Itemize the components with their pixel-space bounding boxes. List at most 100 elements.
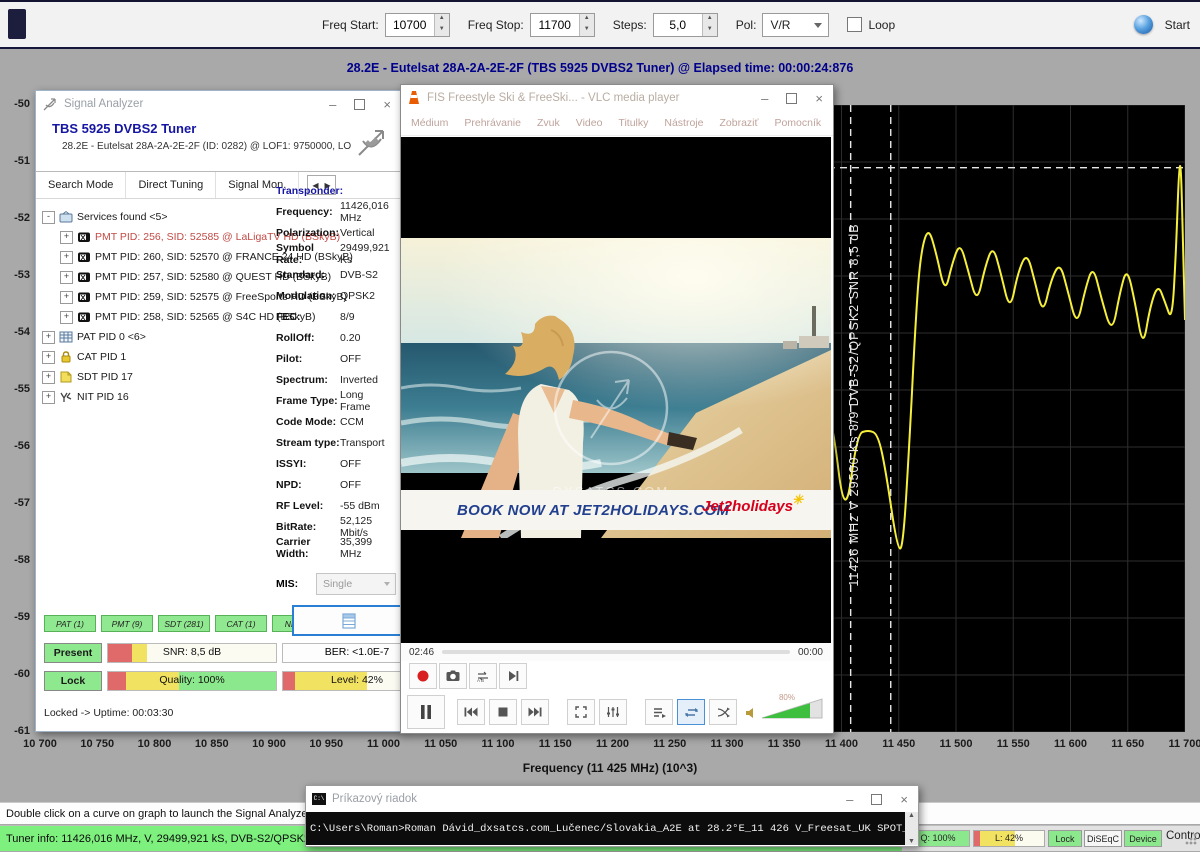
menu-video[interactable]: Video bbox=[576, 117, 603, 129]
previous-button[interactable] bbox=[457, 699, 485, 725]
next-button[interactable] bbox=[521, 699, 549, 725]
expand-icon[interactable]: + bbox=[60, 271, 73, 284]
expand-icon[interactable]: + bbox=[60, 311, 73, 324]
cmd-scrollbar[interactable]: ▲ ▼ bbox=[905, 812, 918, 845]
menu-zobrazit[interactable]: Zobraziť bbox=[719, 117, 758, 129]
tab-direct-tuning[interactable]: Direct Tuning bbox=[126, 172, 216, 198]
table-save-icon bbox=[341, 612, 357, 630]
vlc-titlebar[interactable]: FIS Freestyle Ski & FreeSki... - VLC med… bbox=[401, 85, 833, 111]
tree-item[interactable]: +NIT PID 16 bbox=[42, 387, 274, 407]
minimize-icon[interactable]: – bbox=[329, 97, 336, 112]
ab-loop-button[interactable]: A B bbox=[469, 663, 497, 689]
close-icon[interactable]: × bbox=[900, 792, 908, 807]
record-button[interactable] bbox=[409, 663, 437, 689]
tree-item-service[interactable]: +PMT PID: 259, SID: 52575 @ FreeSports H… bbox=[42, 287, 274, 307]
pid-badge[interactable]: PAT (1) bbox=[44, 615, 96, 632]
snapshot-button[interactable] bbox=[439, 663, 467, 689]
freq-start-spinner[interactable]: ▲▼ bbox=[385, 13, 450, 37]
menu-medium[interactable]: Médium bbox=[411, 117, 448, 129]
steps-spinner[interactable]: ▲▼ bbox=[653, 13, 718, 37]
close-icon[interactable]: × bbox=[815, 91, 823, 106]
menu-nastroje[interactable]: Nástroje bbox=[664, 117, 703, 129]
freq-stop-down-icon[interactable]: ▼ bbox=[580, 25, 594, 36]
expand-icon[interactable]: + bbox=[60, 231, 73, 244]
tree-item-service[interactable]: +PMT PID: 260, SID: 52570 @ FRANCE 24 HD… bbox=[42, 247, 274, 267]
expand-icon[interactable]: + bbox=[42, 351, 55, 364]
ad-banner: BOOK NOW AT JET2HOLIDAYS.COM Jet2holiday… bbox=[401, 490, 831, 530]
quality-text: Quality: 100% bbox=[108, 674, 276, 686]
freq-start-up-icon[interactable]: ▲ bbox=[435, 14, 449, 25]
x-tick-label: 10 800 bbox=[127, 738, 183, 750]
x-tick-label: 11 700 bbox=[1157, 738, 1200, 750]
start-button[interactable]: Start bbox=[1165, 18, 1190, 32]
minimize-icon[interactable]: – bbox=[761, 91, 768, 106]
freq-stop-up-icon[interactable]: ▲ bbox=[580, 14, 594, 25]
transponder-row: RF Level:-55 dBm bbox=[276, 495, 396, 516]
tree-item[interactable]: +SDT PID 17 bbox=[42, 367, 274, 387]
signal-analyzer-titlebar[interactable]: Signal Analyzer – × bbox=[36, 91, 401, 117]
steps-up-icon[interactable]: ▲ bbox=[703, 14, 717, 25]
x-tick-label: 11 350 bbox=[756, 738, 812, 750]
menu-prehravanie[interactable]: Prehrávanie bbox=[464, 117, 521, 129]
frame-by-frame-button[interactable] bbox=[499, 663, 527, 689]
freq-start-down-icon[interactable]: ▼ bbox=[435, 25, 449, 36]
expand-icon[interactable]: + bbox=[60, 251, 73, 264]
video-area[interactable]: DXSATCS.COM BOOK NOW AT JET2HOLIDAYS.COM… bbox=[401, 137, 831, 643]
maximize-icon[interactable] bbox=[871, 794, 882, 805]
playlist-button[interactable] bbox=[645, 699, 673, 725]
transponder-row: FEC:8/9 bbox=[276, 306, 396, 327]
scroll-up-icon[interactable]: ▲ bbox=[908, 812, 915, 819]
close-icon[interactable]: × bbox=[383, 97, 391, 112]
maximize-icon[interactable] bbox=[354, 99, 365, 110]
steps-label: Steps: bbox=[613, 18, 647, 32]
collapse-icon[interactable]: - bbox=[42, 211, 55, 224]
maximize-icon[interactable] bbox=[786, 93, 797, 104]
tree-item-service[interactable]: +PMT PID: 258, SID: 52565 @ S4C HD (BSky… bbox=[42, 307, 274, 327]
volume-control[interactable]: 80% bbox=[745, 697, 823, 719]
fullscreen-button[interactable] bbox=[567, 699, 595, 725]
loop-button[interactable] bbox=[677, 699, 705, 725]
freq-stop-spinner[interactable]: ▲▼ bbox=[530, 13, 595, 37]
x-tick-label: 11 300 bbox=[699, 738, 755, 750]
freq-stop-input[interactable] bbox=[531, 14, 579, 36]
tree-item[interactable]: -Services found <5> bbox=[42, 207, 274, 227]
diseqc-badge[interactable]: DiSEqC bbox=[1084, 830, 1122, 847]
tab-search-mode[interactable]: Search Mode bbox=[36, 172, 126, 198]
expand-icon[interactable]: + bbox=[42, 391, 55, 404]
expand-icon[interactable]: + bbox=[42, 331, 55, 344]
seek-bar[interactable] bbox=[442, 650, 790, 654]
tree-item[interactable]: +PAT PID 0 <6> bbox=[42, 327, 274, 347]
expand-icon[interactable]: + bbox=[60, 291, 73, 304]
menu-pomocnik[interactable]: Pomocník bbox=[774, 117, 821, 129]
svg-text:A B: A B bbox=[477, 678, 484, 682]
loop-checkbox[interactable] bbox=[847, 17, 862, 32]
equalizer-button[interactable] bbox=[599, 699, 627, 725]
tree-item-service[interactable]: +PMT PID: 256, SID: 52585 @ LaLigaTV HD … bbox=[42, 227, 274, 247]
save-table-button[interactable] bbox=[292, 605, 406, 636]
pid-badge[interactable]: PMT (9) bbox=[101, 615, 153, 632]
cmd-titlebar[interactable]: C:\ Príkazový riadok – × bbox=[306, 786, 918, 812]
tree-item[interactable]: +CAT PID 1 bbox=[42, 347, 274, 367]
stop-button[interactable] bbox=[489, 699, 517, 725]
steps-input[interactable] bbox=[654, 14, 702, 36]
mis-select[interactable]: Single bbox=[316, 573, 396, 595]
menu-titulky[interactable]: Titulky bbox=[618, 117, 648, 129]
freq-start-input[interactable] bbox=[386, 14, 434, 36]
pid-badge[interactable]: SDT (281) bbox=[158, 615, 210, 632]
shuffle-button[interactable] bbox=[709, 699, 737, 725]
expand-icon[interactable]: + bbox=[42, 371, 55, 384]
menu-zvuk[interactable]: Zvuk bbox=[537, 117, 560, 129]
elapsed-time: 02:46 bbox=[409, 647, 434, 658]
start-orb-icon[interactable] bbox=[1134, 15, 1153, 34]
steps-down-icon[interactable]: ▼ bbox=[703, 25, 717, 36]
pol-select[interactable]: V/R bbox=[762, 13, 829, 37]
resize-grip[interactable] bbox=[1184, 832, 1198, 846]
antenna-icon bbox=[42, 96, 58, 112]
minimize-icon[interactable]: – bbox=[846, 792, 853, 807]
scroll-down-icon[interactable]: ▼ bbox=[908, 838, 915, 845]
pause-button[interactable] bbox=[407, 695, 445, 729]
tree-item-service[interactable]: +PMT PID: 257, SID: 52580 @ QUEST HD (BS… bbox=[42, 267, 274, 287]
tv-icon bbox=[77, 311, 91, 323]
device-badge[interactable]: Device bbox=[1124, 830, 1162, 847]
pid-badge[interactable]: CAT (1) bbox=[215, 615, 267, 632]
